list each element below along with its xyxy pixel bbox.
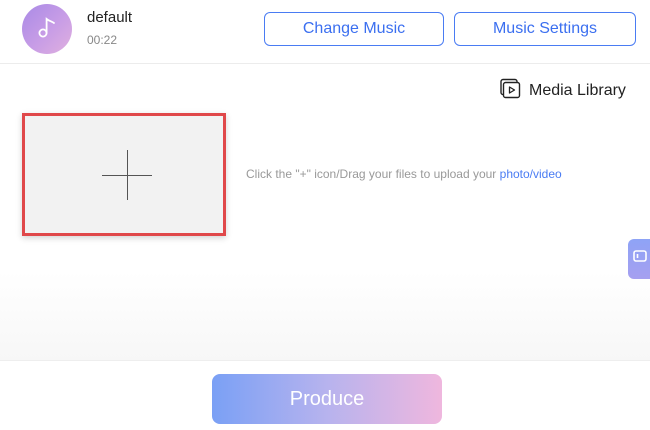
header: default 00:22 Change Music Music Setting…: [0, 0, 650, 64]
produce-button[interactable]: Produce: [212, 374, 442, 424]
track-name: default: [87, 9, 133, 26]
media-library-label: Media Library: [529, 82, 626, 99]
track-duration: 00:22: [87, 33, 118, 47]
side-panel-tab[interactable]: [628, 239, 650, 279]
upload-dropzone[interactable]: [28, 119, 220, 230]
photo-video-link[interactable]: photo/video: [500, 167, 562, 181]
music-note-icon: [34, 14, 60, 45]
media-library-icon: [499, 78, 521, 105]
media-library-button[interactable]: Media Library: [499, 78, 626, 105]
change-music-button[interactable]: Change Music: [264, 12, 444, 46]
upload-hint-text: Click the "+" icon/Drag your files to up…: [246, 167, 500, 181]
footer: Produce: [0, 360, 650, 430]
upload-highlight: [22, 113, 226, 236]
screen-icon: [633, 249, 649, 270]
music-settings-button[interactable]: Music Settings: [454, 12, 636, 46]
upload-hint: Click the "+" icon/Drag your files to up…: [246, 167, 562, 181]
music-avatar: [22, 4, 72, 54]
